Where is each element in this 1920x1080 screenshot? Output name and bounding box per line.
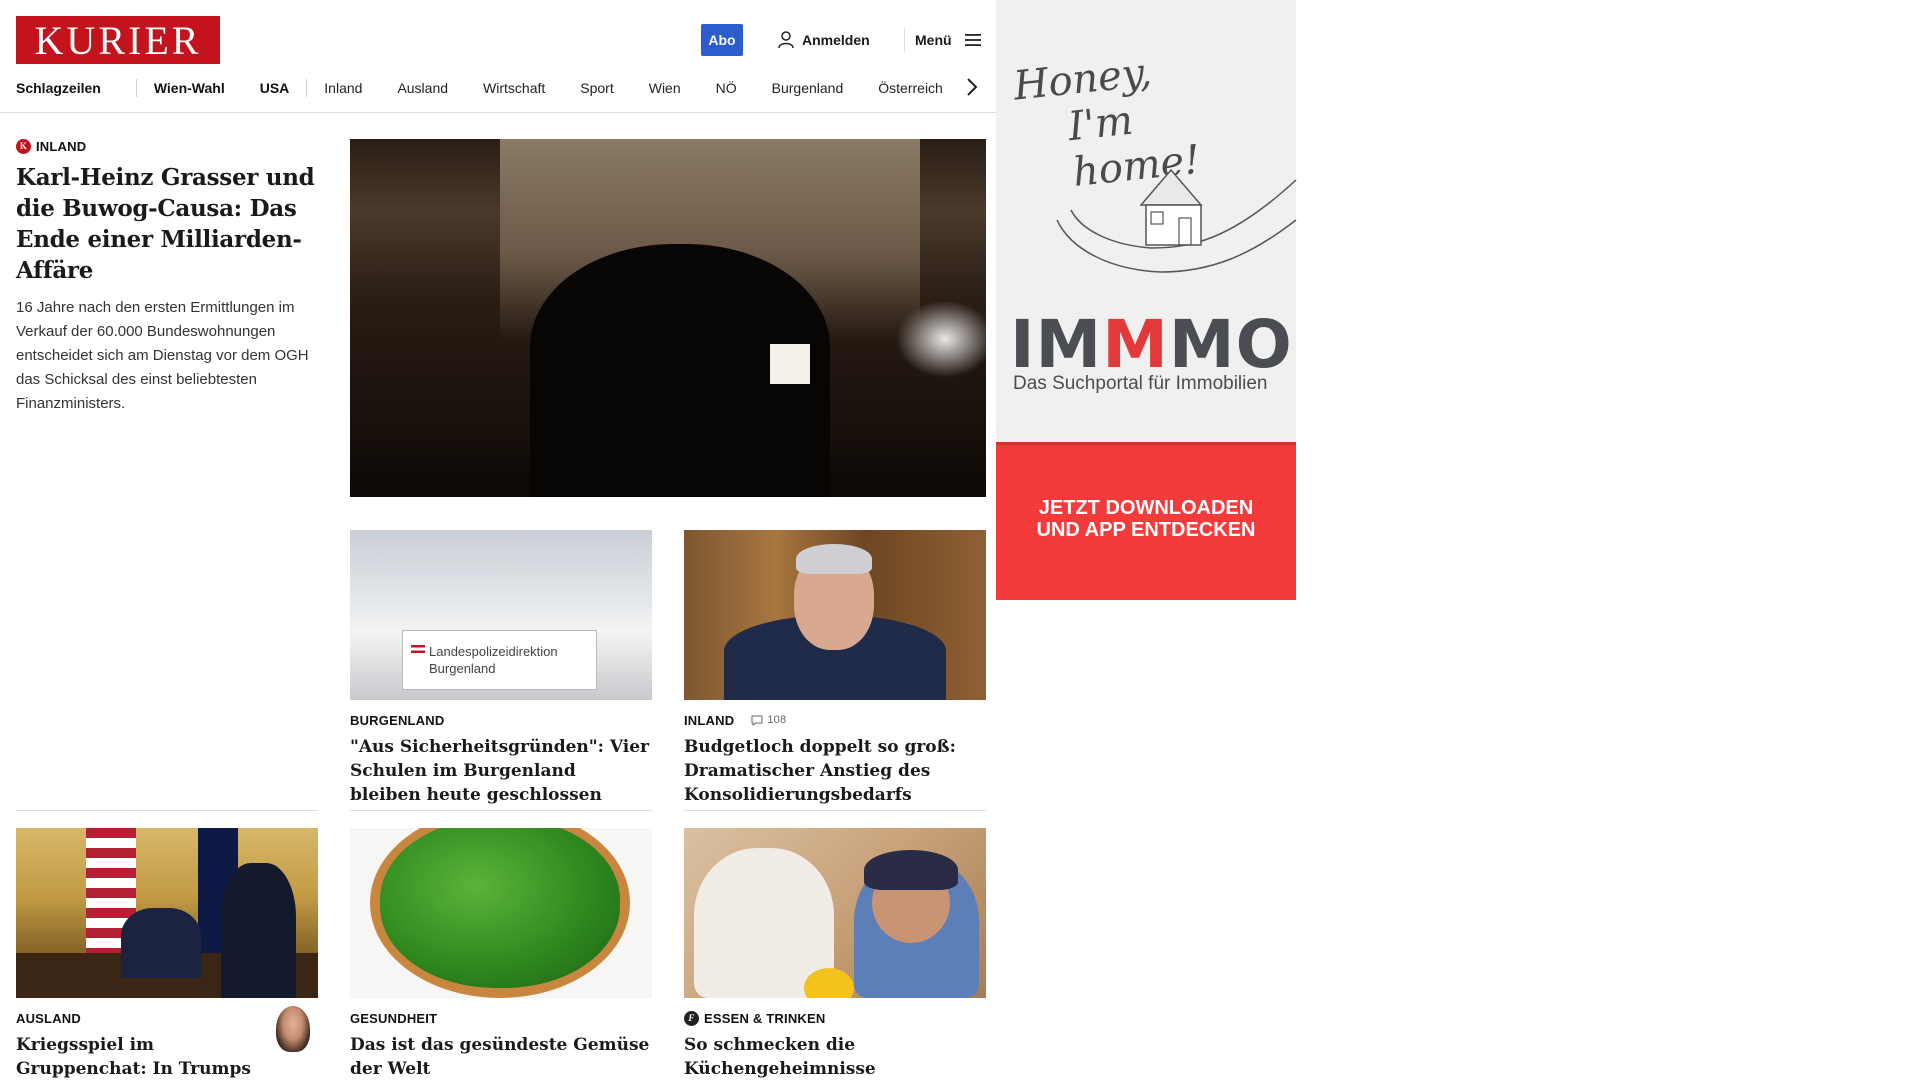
- card-image-budget[interactable]: [684, 530, 986, 700]
- lemons: [804, 968, 854, 998]
- card-headline[interactable]: So schmecken die Küchengeheimnisse griec…: [684, 1033, 986, 1080]
- card-image-burgenland[interactable]: Landespolizeidirektion Burgenland: [350, 530, 652, 700]
- spinach-leaves: [380, 828, 620, 988]
- lead-teaser: 16 Jahre nach den ersten Ermittlungen im…: [16, 299, 309, 412]
- card-kicker: AUSLAND: [16, 1010, 81, 1026]
- ad-cta-line1: JETZT DOWNLOADEN: [1038, 497, 1254, 519]
- card-kicker-label: ESSEN & TRINKEN: [704, 1010, 826, 1026]
- immmo-logo: IMMMO: [1010, 310, 1296, 380]
- hero-camera-light: [770, 344, 810, 384]
- ad-download-button[interactable]: JETZT DOWNLOADEN UND APP ENTDECKEN: [996, 442, 1296, 600]
- section-divider: [16, 810, 318, 811]
- police-sign-line2: Burgenland: [429, 661, 496, 676]
- login-label: Anmelden: [802, 32, 870, 48]
- author-avatar[interactable]: [276, 1006, 310, 1052]
- article-card[interactable]: AUSLAND Kriegsspiel im Gruppenchat: In T…: [16, 998, 318, 1080]
- nav-item-wirtschaft[interactable]: Wirtschaft: [483, 80, 580, 96]
- article-card[interactable]: GESUNDHEIT Das ist das gesündeste Gemüse…: [350, 998, 652, 1080]
- card-image-usa[interactable]: [16, 828, 318, 998]
- immmo-logo-part: IM: [1010, 306, 1103, 383]
- lead-kicker-label: INLAND: [36, 138, 87, 154]
- ad-visual: Honey, I'm home! IMMMO Das Suchportal fü…: [996, 0, 1297, 442]
- nav-item-ausland[interactable]: Ausland: [397, 80, 483, 96]
- food-badge-icon: f: [684, 1010, 699, 1026]
- article-card[interactable]: BURGENLAND "Aus Sicherheitsgründen": Vie…: [350, 700, 652, 807]
- user-icon: [778, 31, 794, 49]
- nav-item-wien[interactable]: Wien: [649, 80, 716, 96]
- card-headline[interactable]: Kriegsspiel im Gruppenchat: In Trumps Te…: [16, 1033, 266, 1080]
- ad-cta-line2: UND APP ENTDECKEN: [1036, 519, 1256, 541]
- article-card[interactable]: f ESSEN & TRINKEN So schmecken die Küche…: [684, 998, 986, 1080]
- nav-item-usa[interactable]: USA: [260, 80, 307, 96]
- card-kicker: BURGENLAND: [350, 712, 445, 728]
- nav-divider: [306, 79, 308, 97]
- immmo-logo-red: M: [1102, 306, 1169, 383]
- nav-item-burgenland[interactable]: Burgenland: [772, 80, 879, 96]
- header-divider: [904, 28, 905, 52]
- card-kicker: INLAND 108: [684, 712, 986, 728]
- card-kicker: f ESSEN & TRINKEN: [684, 1010, 986, 1026]
- menu-button[interactable]: Menü: [915, 28, 982, 52]
- nav-item-sport[interactable]: Sport: [580, 80, 648, 96]
- article-card[interactable]: INLAND 108 Budgetloch doppelt so groß: D…: [684, 700, 986, 807]
- police-sign: Landespolizeidirektion Burgenland: [402, 630, 597, 690]
- person-standing: [221, 863, 296, 998]
- comment-count-value: 108: [767, 714, 787, 726]
- card-image-greek-grandmas[interactable]: [684, 828, 986, 998]
- section-divider: [350, 810, 652, 811]
- comment-count[interactable]: 108: [751, 714, 786, 726]
- ad-tagline: Das Suchportal für Immobilien: [1013, 373, 1268, 394]
- abo-button[interactable]: Abo: [701, 24, 743, 56]
- hamburger-icon: [964, 34, 981, 46]
- lead-kicker: K INLAND: [16, 138, 316, 154]
- card-kicker: GESUNDHEIT: [350, 1010, 438, 1026]
- kurier-logo[interactable]: KURIER: [16, 16, 220, 64]
- nav-item-inland[interactable]: Inland: [324, 80, 397, 96]
- head-scarf: [864, 850, 958, 890]
- chevron-right-icon[interactable]: [962, 76, 982, 98]
- section-divider: [684, 810, 986, 811]
- site-header: KURIER Abo Anmelden Menü Schlagzeilen Wi…: [0, 0, 996, 113]
- politician-hair: [796, 544, 872, 574]
- login-button[interactable]: Anmelden: [778, 28, 870, 52]
- card-headline[interactable]: "Aus Sicherheitsgründen": Vier Schulen i…: [350, 735, 652, 807]
- person-seated: [121, 908, 201, 978]
- austria-flag-icon: [411, 645, 425, 653]
- lead-headline[interactable]: Karl-Heinz Grasser und die Buwog-Causa: …: [16, 162, 316, 286]
- nav-item-noe[interactable]: NÖ: [716, 80, 772, 96]
- nav-divider: [135, 79, 137, 97]
- category-nav: Schlagzeilen Wien-Wahl USA Inland Auslan…: [16, 75, 978, 101]
- card-headline[interactable]: Budgetloch doppelt so groß: Dramatischer…: [684, 735, 986, 807]
- comment-icon: [751, 715, 763, 726]
- menu-label: Menü: [915, 32, 952, 48]
- card-headline[interactable]: Das ist das gesündeste Gemüse der Welt: [350, 1033, 652, 1080]
- lead-image[interactable]: [350, 139, 986, 497]
- nav-item-schlagzeilen[interactable]: Schlagzeilen: [16, 80, 136, 96]
- lead-article[interactable]: K INLAND Karl-Heinz Grasser und die Buwo…: [16, 138, 316, 416]
- immmo-ad-banner[interactable]: Honey, I'm home! IMMMO Das Suchportal fü…: [996, 0, 1297, 600]
- immmo-logo-part: MO: [1168, 306, 1293, 383]
- house-in-hand-icon: [1056, 168, 1297, 273]
- nav-item-wien-wahl[interactable]: Wien-Wahl: [154, 80, 260, 96]
- kurier-plus-badge-icon: K: [16, 138, 31, 154]
- card-kicker-label: INLAND: [684, 712, 735, 728]
- card-image-spinach[interactable]: [350, 828, 652, 998]
- police-sign-line1: Landespolizeidirektion: [429, 644, 558, 659]
